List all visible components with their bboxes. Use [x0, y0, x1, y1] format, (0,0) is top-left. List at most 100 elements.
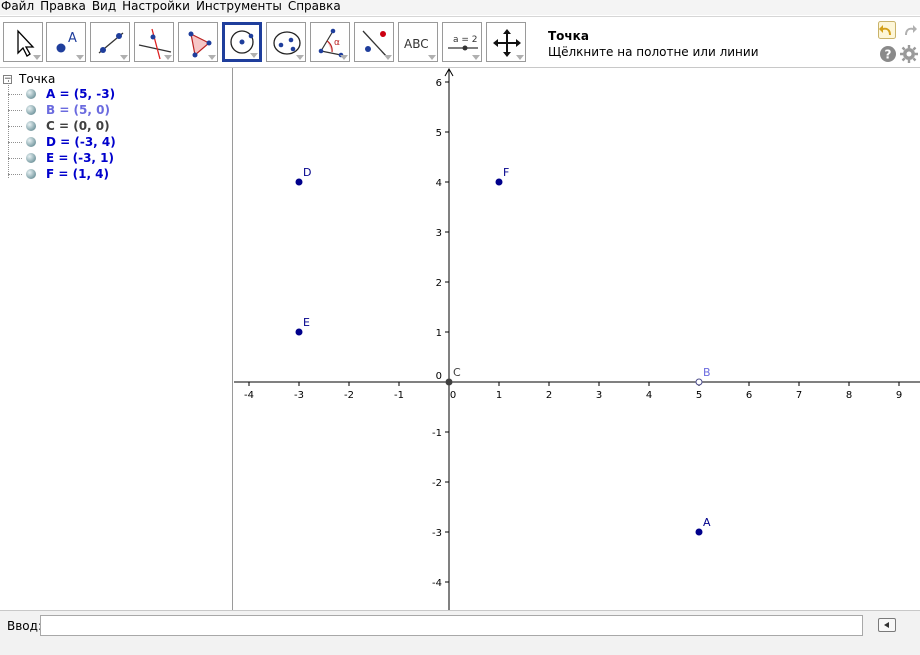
point-e[interactable] — [295, 328, 303, 336]
coordinate-plane[interactable]: -4 -3 -2 -1 0 1 2 3 4 5 6 7 8 9 6 5 4 3 2 1 0 -1 -2 -3 -4 A B C D E F — [234, 68, 920, 610]
algebra-group-label: Точка — [19, 72, 56, 86]
ellipse-tool[interactable] — [266, 22, 306, 62]
y-tick-label: 3 — [436, 228, 442, 239]
point-c[interactable] — [445, 378, 453, 386]
visibility-toggle-icon[interactable] — [26, 89, 36, 99]
y-tick-label: 2 — [436, 278, 442, 289]
visibility-toggle-icon[interactable] — [26, 137, 36, 147]
point-tool[interactable]: A — [46, 22, 86, 62]
y-tick-label: -2 — [432, 478, 442, 489]
point-label: D — [303, 166, 311, 179]
polygon-tool[interactable] — [178, 22, 218, 62]
visibility-toggle-icon[interactable] — [26, 121, 36, 131]
object-definition: A = (5, -3) — [46, 87, 116, 101]
y-tick-label: 6 — [436, 78, 442, 89]
text-tool[interactable]: ABC — [398, 22, 438, 62]
list-item[interactable]: F = (1, 4) — [8, 166, 109, 182]
x-tick-label: 2 — [546, 390, 552, 401]
y-tick-label: 1 — [436, 328, 442, 339]
active-tool-title: Точка — [548, 29, 589, 43]
menu-edit[interactable]: Правка — [38, 0, 90, 15]
visibility-toggle-icon[interactable] — [26, 105, 36, 115]
algebra-group[interactable]: − Точка — [3, 72, 55, 86]
object-definition: E = (-3, 1) — [46, 151, 114, 165]
svg-text:a = 2: a = 2 — [453, 35, 478, 45]
circle-tool[interactable] — [222, 22, 262, 62]
y-tick-label: 5 — [436, 128, 442, 139]
slider-tool[interactable]: a = 2 — [442, 22, 482, 62]
reflect-tool[interactable] — [354, 22, 394, 62]
menu-view[interactable]: Вид — [90, 0, 120, 15]
input-help-toggle-button[interactable] — [878, 618, 896, 632]
help-icon[interactable]: ? — [879, 45, 897, 63]
x-tick-label: -4 — [244, 390, 254, 401]
tree-connector — [8, 141, 22, 143]
redo-icon[interactable] — [900, 21, 918, 39]
line-tool[interactable] — [90, 22, 130, 62]
svg-text:?: ? — [885, 48, 892, 62]
object-definition: F = (1, 4) — [46, 167, 110, 181]
point-a[interactable] — [695, 528, 703, 536]
perpendicular-tool[interactable] — [134, 22, 174, 62]
active-tool-help: Щёлкните на полотне или линии — [548, 45, 759, 59]
visibility-toggle-icon[interactable] — [26, 169, 36, 179]
x-tick-label: -1 — [394, 390, 404, 401]
tree-connector — [8, 125, 22, 127]
x-tick-label: 8 — [846, 390, 852, 401]
point-label: F — [503, 166, 509, 179]
svg-text:ABC: ABC — [404, 37, 429, 51]
tree-connector — [8, 173, 22, 175]
list-item[interactable]: E = (-3, 1) — [8, 150, 114, 166]
y-tick-label: -4 — [432, 578, 442, 589]
menu-help[interactable]: Справка — [286, 0, 345, 15]
x-tick-label: 3 — [596, 390, 602, 401]
menu-options[interactable]: Настройки — [120, 0, 194, 15]
tree-connector — [8, 93, 22, 95]
menu-file[interactable]: Файл — [0, 0, 38, 15]
x-tick-label: 7 — [796, 390, 802, 401]
x-tick-label: 6 — [746, 390, 752, 401]
list-item[interactable]: B = (5, 0) — [8, 102, 110, 118]
tree-connector — [8, 109, 22, 111]
point-b[interactable] — [695, 378, 703, 386]
algebra-view: − Точка A = (5, -3) B = (5, 0) C = (0, 0) D… — [0, 68, 233, 610]
y-tick-label: -3 — [432, 528, 442, 539]
point-label: C — [453, 366, 461, 379]
y-tick-label: 4 — [436, 178, 442, 189]
object-definition: D = (-3, 4) — [46, 135, 116, 149]
visibility-toggle-icon[interactable] — [26, 153, 36, 163]
input-field[interactable] — [40, 615, 863, 636]
undo-icon[interactable] — [878, 21, 896, 39]
x-tick-label: 4 — [646, 390, 652, 401]
point-f[interactable] — [495, 178, 503, 186]
tree-connector — [8, 157, 22, 159]
point-d[interactable] — [295, 178, 303, 186]
input-label: Ввод: — [7, 619, 42, 633]
point-label: B — [703, 366, 711, 379]
y-tick-label: 0 — [436, 371, 442, 382]
svg-text:α: α — [334, 38, 340, 48]
menu-tools[interactable]: Инструменты — [194, 0, 286, 15]
x-tick-label: -2 — [344, 390, 354, 401]
list-item[interactable]: A = (5, -3) — [8, 86, 115, 102]
x-tick-label: 5 — [696, 390, 702, 401]
gear-icon[interactable] — [900, 45, 918, 63]
toolbar: A α ABC a = 2 Точка Щёлкните на полотне … — [0, 16, 920, 68]
menu-bar: Файл Правка Вид Настройки Инструменты Сп… — [0, 0, 920, 15]
graphics-view[interactable]: -4 -3 -2 -1 0 1 2 3 4 5 6 7 8 9 6 5 4 3 2 1 0 -1 -2 -3 -4 A B C D E F — [234, 68, 920, 610]
x-tick-label: -3 — [294, 390, 304, 401]
y-tick-label: -1 — [432, 428, 442, 439]
list-item[interactable]: D = (-3, 4) — [8, 134, 116, 150]
move-tool[interactable] — [3, 22, 43, 62]
list-item[interactable]: C = (0, 0) — [8, 118, 110, 134]
move-view-tool[interactable] — [486, 22, 526, 62]
svg-text:A: A — [68, 31, 77, 46]
input-bar: Ввод: — [0, 610, 920, 655]
point-label: A — [703, 516, 711, 529]
x-tick-label: 1 — [496, 390, 502, 401]
object-definition: B = (5, 0) — [46, 103, 110, 117]
object-definition: C = (0, 0) — [46, 119, 110, 133]
angle-tool[interactable]: α — [310, 22, 350, 62]
point-label: E — [303, 316, 310, 329]
x-tick-label: 0 — [450, 390, 456, 401]
